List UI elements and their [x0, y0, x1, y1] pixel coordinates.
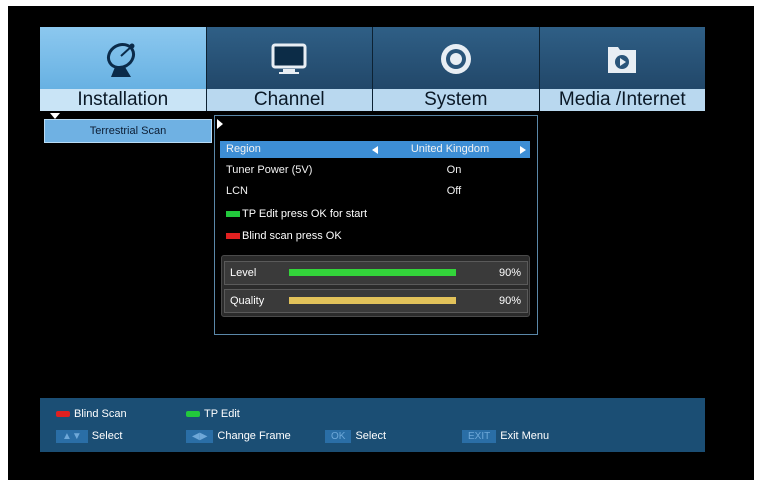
quality-label: Quality: [230, 295, 265, 307]
blind-scan-hint: Blind scan press OK: [226, 227, 342, 245]
left-arrow-icon[interactable]: [372, 146, 378, 154]
region-label: Region: [226, 143, 261, 155]
green-key-icon: [186, 411, 200, 418]
gear-icon: [440, 44, 471, 74]
region-row[interactable]: Region United Kingdom: [220, 141, 530, 158]
tp-edit-help: TP Edit: [186, 406, 240, 422]
ok-key: OK: [325, 429, 352, 443]
change-frame-help-text: Change Frame: [217, 430, 291, 442]
quality-percent: 90%: [498, 295, 521, 307]
exit-menu-help-text: Exit Menu: [500, 430, 550, 442]
tab-channel-label: Channel: [206, 89, 372, 111]
satellite-dish-icon: [106, 42, 135, 77]
tuner-power-row[interactable]: Tuner Power (5V) On: [220, 162, 530, 179]
exit-key: EXIT: [462, 429, 497, 443]
main-menu-tabs: Installation Channel System Media /Inter…: [40, 27, 705, 111]
select-help-text: Select: [91, 430, 123, 442]
red-key-icon: [56, 411, 70, 418]
media-folder-icon: [608, 47, 637, 73]
level-meter: Level 90%: [224, 261, 528, 285]
help-bar: Blind Scan TP Edit ▲▼ Select ◀▶ Change Fra…: [40, 398, 705, 452]
tuner-power-label: Tuner Power (5V): [226, 164, 313, 176]
signal-meter: Level 90% Quality 90%: [221, 255, 530, 317]
terrestrial-scan-item[interactable]: Terrestrial Scan: [44, 119, 212, 143]
change-frame-help: ◀▶ Change Frame: [186, 428, 291, 444]
up-down-select-help: ▲▼ Select: [56, 428, 122, 444]
lcn-label: LCN: [226, 185, 249, 197]
tab-installation[interactable]: Installation: [40, 27, 207, 111]
tp-edit-help-text: TP Edit: [204, 408, 240, 420]
tp-edit-hint: TP Edit press OK for start: [226, 205, 367, 223]
quality-bar: [289, 297, 457, 304]
panel-marker-icon: [217, 119, 223, 129]
red-key-icon: [226, 233, 240, 240]
lcn-value: Off: [446, 185, 462, 197]
tab-media-internet[interactable]: Media /Internet: [539, 27, 705, 111]
up-down-arrows-icon: ▲▼: [56, 429, 88, 443]
ok-select-help-text: Select: [355, 430, 387, 442]
level-percent: 90%: [498, 267, 521, 279]
quality-meter: Quality 90%: [224, 289, 528, 313]
blind-scan-help-text: Blind Scan: [74, 408, 127, 420]
tuner-power-value: On: [446, 164, 462, 176]
ok-select-help: OK Select: [325, 428, 386, 444]
level-bar: [289, 269, 457, 276]
blind-scan-help: Blind Scan: [56, 406, 127, 422]
tp-edit-hint-text: TP Edit press OK for start: [242, 208, 368, 220]
lcn-row[interactable]: LCN Off: [220, 183, 530, 200]
exit-menu-help: EXIT Exit Menu: [462, 428, 549, 444]
installation-submenu: Terrestrial Scan: [44, 113, 212, 151]
blind-scan-hint-text: Blind scan press OK: [242, 230, 342, 242]
green-key-icon: [226, 211, 240, 218]
level-label: Level: [230, 267, 257, 279]
tab-media-internet-label: Media /Internet: [539, 89, 705, 111]
tab-installation-label: Installation: [40, 89, 206, 111]
right-arrow-icon[interactable]: [520, 146, 526, 154]
region-value: United Kingdom: [410, 143, 490, 155]
monitor-icon: [271, 43, 307, 74]
tab-channel[interactable]: Channel: [206, 27, 373, 111]
tab-system[interactable]: System: [373, 27, 540, 111]
tab-system-label: System: [373, 89, 539, 111]
left-right-arrows-icon: ◀▶: [186, 429, 214, 443]
